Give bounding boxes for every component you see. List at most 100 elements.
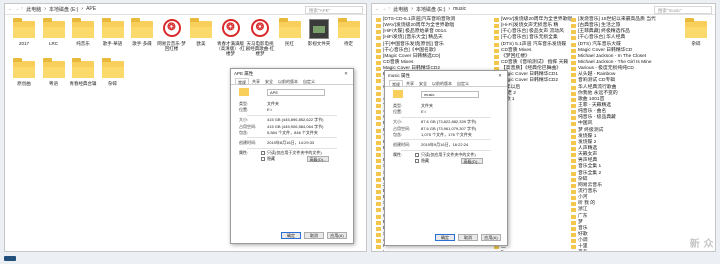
folder-tile[interactable]: 歌手·多碟: [127, 18, 157, 46]
attribute-checkbox-row[interactable]: 隐藏 高级(D)...: [393, 158, 499, 165]
tab-2[interactable]: 安全: [263, 78, 275, 84]
folder-label: 杂碎: [691, 41, 701, 46]
folder-icon: [376, 159, 381, 164]
tab-1[interactable]: 共享: [404, 80, 416, 86]
close-icon[interactable]: ✕: [339, 69, 353, 78]
property-row: 创建时间: 2019年8月16日，14:29:33: [239, 140, 345, 146]
taskbar-button[interactable]: [4, 256, 16, 261]
breadcrumb[interactable]: 此电脑 › 本地磁盘 (E:) › APE: [26, 6, 96, 13]
folder-tile[interactable]: ❂ 网易云音乐·梦回红楼: [157, 18, 187, 51]
folder-icon: [376, 134, 381, 139]
dialog-tabs: 常规 共享 安全 以前的版本 自定义: [385, 80, 507, 87]
property-row: 包含: 5,584 个文件，846 个文件夹: [239, 130, 345, 136]
property-value: 2019年8月16日，14:29:33: [267, 139, 315, 145]
divider: [401, 139, 491, 141]
tab-1[interactable]: 共享: [250, 78, 262, 84]
folder-tile[interactable]: 待定: [334, 18, 364, 46]
property-value: E:\: [421, 109, 426, 115]
folder-tile[interactable]: ❂ 天马电影电视剧经典歌曲-红楼梦: [245, 18, 275, 57]
folder-tile[interactable]: 歌手·華語: [98, 18, 128, 46]
folder-icon: [70, 58, 96, 80]
breadcrumb-item[interactable]: 此电脑: [393, 6, 408, 13]
watermark: 新 众: [689, 239, 714, 250]
chevron-right-icon: ›: [411, 6, 413, 12]
breadcrumb-item[interactable]: 此电脑: [26, 6, 41, 13]
folder-icon: [376, 208, 381, 213]
search-input[interactable]: 搜索"music": [654, 6, 712, 14]
property-row: 包含: 1,075 个文件，176 个文件夹: [393, 132, 499, 138]
breadcrumb-item[interactable]: 本地磁盘 (E:): [49, 6, 78, 13]
folder-icon: [571, 18, 576, 23]
advanced-button[interactable]: 高级(D)...: [461, 158, 483, 165]
property-rows: 类型: 文件夹 位置: E:\ 大小: 415 GB (445,896,852,622 字…: [231, 101, 353, 163]
property-key: 包含:: [239, 129, 249, 135]
ok-button[interactable]: 确定: [281, 232, 301, 239]
property-value: 2019年9月16日，16:22:24: [421, 141, 469, 147]
video-thumbnail-icon: [306, 18, 332, 40]
folder-tile[interactable]: ❂ 青春才满满版（高清版）-红楼梦: [216, 18, 246, 57]
checkbox[interactable]: [415, 159, 419, 164]
property-key: 位置:: [393, 109, 403, 115]
breadcrumb-item[interactable]: music: [453, 6, 466, 12]
folder-tile[interactable]: 影视文件夹: [304, 18, 334, 46]
checkbox[interactable]: [261, 157, 265, 162]
folder-icon: [129, 18, 155, 40]
folder-tile[interactable]: 2017: [9, 18, 39, 46]
list-item[interactable]: 平凡: [571, 250, 659, 251]
nav-arrows-icon[interactable]: ← → ↑: [375, 4, 390, 15]
apply-button[interactable]: 应用(A): [481, 234, 501, 241]
folder-name-input[interactable]: APE: [267, 89, 325, 96]
folder-icon: [376, 104, 381, 109]
folder-icon: [70, 18, 96, 40]
search-input[interactable]: 搜索"APE": [305, 6, 363, 14]
folder-name-input[interactable]: music: [421, 91, 479, 98]
cancel-button[interactable]: 取消: [458, 234, 478, 241]
nav-arrows-icon[interactable]: ← → ↑: [8, 4, 23, 15]
folder-tile[interactable]: 民红: [275, 18, 305, 46]
list-item[interactable]: 5: [494, 250, 568, 251]
folder-icon: [376, 128, 381, 133]
breadcrumb-item[interactable]: 本地磁盘 (E:): [416, 6, 445, 13]
folder-icon: [571, 79, 576, 84]
folder-tile[interactable]: 欧美: [186, 18, 216, 46]
tab-4[interactable]: 自定义: [455, 80, 471, 86]
breadcrumb[interactable]: 此电脑 › 本地磁盘 (E:) › music: [393, 6, 466, 13]
folder-tile[interactable]: 青春经典合辑: [68, 58, 98, 86]
folder-tile[interactable]: 杂碎: [98, 58, 128, 86]
checkbox[interactable]: [261, 151, 265, 156]
folder-icon: [571, 165, 576, 170]
folder-icon: [571, 54, 576, 59]
tab-0[interactable]: 常规: [235, 78, 249, 85]
tab-0[interactable]: 常规: [389, 80, 403, 87]
breadcrumb-item[interactable]: APE: [86, 6, 96, 12]
cancel-button[interactable]: 取消: [304, 232, 324, 239]
folder-label: 杂碎: [108, 81, 117, 86]
ok-button[interactable]: 确定: [435, 234, 455, 241]
folder-tile[interactable]: LRC: [39, 18, 69, 46]
tab-3[interactable]: 以前的版本: [276, 78, 300, 84]
tab-3[interactable]: 以前的版本: [430, 80, 454, 86]
folder-icon: [376, 30, 381, 35]
list-item[interactable]: I: [376, 250, 464, 251]
netease-music-icon: ❂: [218, 18, 244, 40]
attribute-checkbox-row[interactable]: 隐藏 高级(D)...: [239, 156, 345, 163]
folder-tile[interactable]: 粤语: [39, 58, 69, 86]
checkbox-label: 隐藏: [267, 156, 275, 162]
folder-icon: [571, 30, 576, 35]
folder-tile[interactable]: 杂碎: [681, 18, 711, 46]
tab-4[interactable]: 自定义: [301, 78, 317, 84]
folder-icon: [571, 196, 576, 201]
apply-button[interactable]: 应用(A): [327, 232, 347, 239]
advanced-button[interactable]: 高级(D)...: [307, 156, 329, 163]
folder-icon: [376, 61, 381, 66]
folder-icon: [571, 122, 576, 127]
folder-icon: [11, 58, 37, 80]
folder-icon: [376, 165, 381, 170]
folder-tile[interactable]: 原创曲: [9, 58, 39, 86]
checkbox[interactable]: [415, 153, 419, 158]
folder-label: 影视文件夹: [307, 41, 331, 46]
close-icon[interactable]: ✕: [493, 71, 507, 80]
tab-2[interactable]: 安全: [417, 80, 429, 86]
folder-tile[interactable]: 纯音乐: [68, 18, 98, 46]
folder-label: 原创曲: [17, 81, 31, 86]
